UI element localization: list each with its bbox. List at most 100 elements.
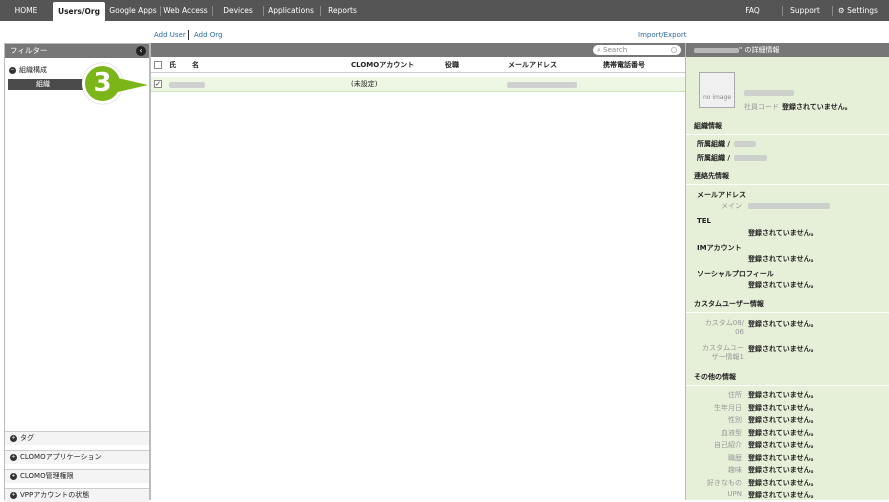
custom2-value: 登録されていません。	[748, 345, 818, 353]
social-value: 登録されていません。	[748, 281, 818, 289]
org-tree-item-label: 組織	[36, 80, 50, 88]
expand-icon: +	[10, 491, 17, 499]
im-value: 登録されていません。	[748, 255, 818, 263]
other-field-label: 性別	[728, 416, 742, 424]
org-label: 所属組織 /	[697, 154, 730, 162]
other-field-value: 登録されていません。	[748, 491, 818, 499]
import-export-link[interactable]: Import/Export	[638, 31, 687, 39]
custom2-label: カスタムユー ザー情報1	[702, 344, 744, 361]
im-label: IMアカウント	[697, 244, 742, 252]
top-nav-bar: HOME Users/Org Google Apps Web Access De…	[0, 0, 889, 21]
nav-divider	[832, 6, 833, 16]
main-email-label: メイン	[721, 202, 742, 210]
other-field-label: 趣味	[728, 466, 742, 474]
other-field-label: 生年月日	[714, 403, 742, 412]
filter-section-label: タグ	[20, 434, 34, 442]
other-field-label: 職歴	[728, 453, 742, 462]
other-field-value: 登録されていません。	[748, 391, 818, 399]
search-icon: ⌕	[597, 46, 601, 54]
grid-header-row: 氏 名 CLOMOアカウント 役職 メールアドレス 携帯電話番号	[151, 57, 686, 73]
other-field-label: 住所	[728, 391, 742, 399]
nav-divider	[782, 6, 783, 16]
email-label: メールアドレス	[697, 191, 746, 199]
other-field-label: UPN	[727, 490, 742, 498]
other-field-value: 登録されていません。	[748, 453, 818, 462]
no-image-label: no image	[702, 94, 732, 101]
detail-title: " の詳細情報	[739, 46, 780, 54]
col-header-account[interactable]: CLOMOアカウント	[351, 57, 414, 73]
filter-section-label: CLOMOアプリケーション	[20, 453, 102, 461]
faq-link[interactable]: FAQ	[740, 0, 765, 21]
other-field-label: 自己紹介	[714, 441, 742, 449]
add-user-link[interactable]: Add User	[154, 31, 186, 39]
tab-google-apps[interactable]: Google Apps	[109, 0, 157, 21]
tab-reports[interactable]: Reports	[325, 0, 360, 21]
clear-search-icon[interactable]	[671, 47, 677, 53]
select-all-checkbox[interactable]	[154, 61, 162, 69]
collapse-icon: −	[9, 66, 16, 74]
custom-section-title: カスタムユーザー情報	[686, 299, 889, 313]
nav-divider	[212, 6, 213, 16]
col-header-role[interactable]: 役職	[445, 57, 459, 73]
social-label: ソーシャルプロフィール	[697, 270, 774, 278]
filter-section-clomo-admin[interactable]: + CLOMO管理権限	[5, 469, 149, 483]
org-value-blur	[734, 155, 767, 161]
user-grid: ⌕ Search 氏 名 CLOMOアカウント 役職 メールアドレス 携帯電話番…	[150, 43, 686, 500]
nav-divider	[263, 6, 264, 16]
step-pointer-arrow	[118, 78, 148, 92]
custom1-label: カスタム08/ 06	[704, 319, 744, 336]
col-header-email[interactable]: メールアドレス	[508, 57, 557, 73]
org-label: 所属組織 /	[697, 140, 730, 148]
other-field-value: 登録されていません。	[748, 478, 818, 487]
org-tree-root[interactable]: − 組織構成	[9, 65, 47, 75]
row-checkbox[interactable]: ✓	[154, 80, 162, 88]
col-header-last-name[interactable]: 氏	[169, 57, 176, 73]
filter-header: フィルター ‹	[5, 44, 149, 58]
step-badge: 3	[82, 63, 123, 104]
org-section-title: 組織情報	[686, 121, 889, 135]
table-row[interactable]: ✓ (未設定)	[151, 77, 686, 92]
emp-code-label: 社員コード	[744, 103, 779, 111]
email-value-blur	[748, 203, 830, 209]
contact-section-title: 連絡先情報	[686, 171, 889, 185]
nav-divider	[320, 6, 321, 16]
other-field-label: 好きなもの	[707, 478, 742, 487]
other-field-value: 登録されていません。	[748, 416, 818, 424]
collapse-chevron-icon[interactable]: ‹	[136, 46, 146, 56]
tab-home[interactable]: HOME	[6, 0, 46, 21]
tab-users-org[interactable]: Users/Org	[53, 2, 105, 21]
org-value-blur	[734, 141, 756, 147]
col-header-mobile[interactable]: 携帯電話番号	[603, 57, 645, 73]
other-field-label: 血液型	[721, 428, 742, 437]
tab-devices[interactable]: Devices	[218, 0, 258, 21]
col-header-first-name[interactable]: 名	[192, 57, 199, 73]
expand-icon: +	[10, 434, 17, 442]
expand-icon: +	[10, 453, 17, 461]
add-org-link[interactable]: Add Org	[194, 31, 223, 39]
expand-icon: +	[10, 472, 17, 480]
email-cell	[507, 82, 577, 88]
filter-section-clomo-app[interactable]: + CLOMOアプリケーション	[5, 450, 149, 464]
grid-toolbar: ⌕ Search	[151, 43, 685, 57]
filter-section-label: CLOMO管理権限	[20, 472, 74, 480]
filter-section-tag[interactable]: + タグ	[5, 431, 149, 445]
filter-title: フィルター	[10, 46, 48, 55]
name-blur	[694, 47, 739, 53]
avatar: no image	[699, 72, 735, 108]
tab-web-access[interactable]: Web Access	[163, 0, 208, 21]
filter-section-label: VPPアカウントの状態	[20, 491, 90, 499]
support-link[interactable]: Support	[790, 0, 820, 21]
tab-applications[interactable]: Applications	[267, 0, 315, 21]
search-input[interactable]: ⌕ Search	[593, 45, 681, 55]
other-field-value: 登録されていません。	[748, 466, 818, 474]
user-name-blur	[744, 90, 794, 96]
settings-label: Settings	[847, 6, 878, 15]
detail-header: " の詳細情報	[686, 43, 889, 57]
account-cell: (未設定)	[351, 80, 378, 88]
filter-panel: フィルター ‹ − 組織構成 組織 + タグ + CLOMOアプリケーション + CLO…	[4, 43, 150, 502]
org-tree-label: 組織構成	[19, 66, 47, 74]
other-field-value: 登録されていません。	[748, 428, 818, 437]
nav-divider	[160, 6, 161, 16]
settings-link[interactable]: ⚙ Settings	[838, 0, 878, 21]
gear-icon: ⚙	[838, 6, 845, 15]
